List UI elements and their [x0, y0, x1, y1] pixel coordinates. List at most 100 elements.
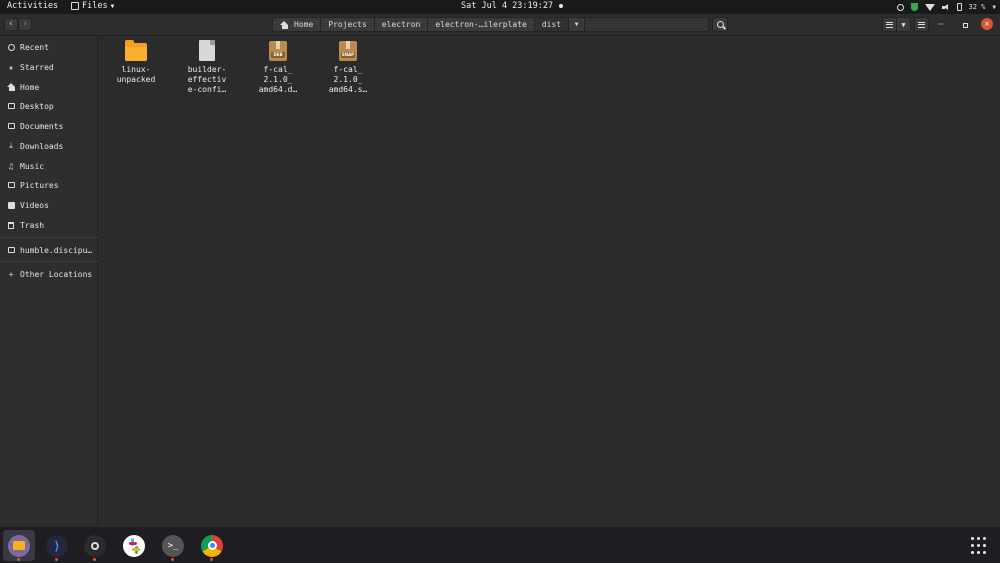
slack-icon: [123, 534, 145, 557]
terminal-icon: >_: [162, 534, 184, 557]
hamburger-menu-icon: [918, 21, 925, 28]
sidebar-item-label: Trash: [20, 220, 45, 230]
show-applications-button[interactable]: [971, 537, 989, 555]
breadcrumb-projects[interactable]: Projects: [321, 17, 375, 32]
documents-icon: [7, 122, 15, 130]
breadcrumb-label: electron: [381, 20, 421, 29]
file-item-linux-unpacked[interactable]: linux- unpacked: [106, 40, 166, 85]
file-name: builder- effectiv e-confi…: [187, 65, 227, 94]
sidebar-item-videos[interactable]: Videos: [0, 197, 98, 213]
sidebar-item-desktop[interactable]: Desktop: [0, 98, 98, 114]
files-app-icon: [8, 534, 30, 557]
file-item-builder-config[interactable]: builder- effectiv e-confi…: [177, 40, 237, 95]
steam-tray-icon[interactable]: [896, 3, 904, 11]
sidebar-item-label: Home: [20, 82, 40, 92]
pictures-icon: [7, 181, 15, 189]
close-button[interactable]: ✕: [981, 18, 993, 30]
running-indicator: [17, 558, 20, 561]
breadcrumb-electron[interactable]: electron: [374, 17, 429, 32]
main-menu-button[interactable]: [914, 17, 929, 32]
dock-terminal[interactable]: >_: [157, 530, 189, 561]
package-badge: SNAP: [341, 52, 355, 58]
document-icon: [196, 40, 218, 62]
file-item-snap-package[interactable]: SNAP f-cal_ 2.1.0_ amd64.s…: [318, 40, 378, 95]
header-bar: ‹ › Home Projects electron electron-…ile…: [0, 14, 1000, 36]
sidebar-item-music[interactable]: ♫ Music: [0, 158, 98, 174]
sidebar-item-recent[interactable]: Recent: [0, 39, 98, 55]
chrome-icon: [201, 534, 223, 557]
snap-package-icon: SNAP: [337, 40, 359, 62]
sidebar-item-label: Desktop: [20, 101, 54, 111]
breadcrumb-menu-button[interactable]: ▼: [569, 17, 586, 32]
deb-package-icon: DEB: [267, 40, 289, 62]
sidebar-item-label: Starred: [20, 62, 54, 72]
sidebar-item-humble-disk[interactable]: humble.discipu…: [0, 242, 98, 258]
system-tray[interactable]: 32 % ▼: [896, 0, 996, 14]
running-indicator: [210, 558, 213, 561]
minimize-button[interactable]: ‗: [938, 16, 943, 26]
videos-icon: [7, 201, 15, 209]
dock-slack[interactable]: [118, 530, 150, 561]
music-icon: ♫: [8, 161, 14, 171]
sidebar-item-home[interactable]: Home: [0, 79, 98, 95]
breadcrumb: Home Projects electron electron-…ilerpla…: [272, 17, 710, 32]
folder-icon: [125, 40, 147, 62]
dock-files[interactable]: [3, 530, 35, 561]
clock-label: Sat Jul 4 23:19:27: [461, 1, 554, 11]
battery-icon: [956, 3, 962, 11]
search-button[interactable]: [712, 17, 728, 32]
running-indicator: [93, 558, 96, 561]
package-badge: DEB: [271, 52, 285, 58]
sidebar-item-label: Other Locations: [20, 269, 93, 279]
file-name: f-cal_ 2.1.0_ amd64.s…: [328, 65, 368, 94]
forward-button[interactable]: ›: [18, 18, 32, 31]
vscode-icon: ⟩: [46, 534, 68, 557]
sidebar-item-pictures[interactable]: Pictures: [0, 177, 98, 193]
top-bar: Activities Files ▼ Sat Jul 4 23:19:27 32…: [0, 0, 1000, 14]
activities-button[interactable]: Activities: [7, 1, 58, 11]
notification-dot-icon: [559, 4, 564, 8]
chevron-down-icon: ▼: [992, 3, 996, 11]
file-name: linux- unpacked: [116, 65, 156, 84]
sidebar-item-trash[interactable]: Trash: [0, 217, 98, 233]
wifi-icon: [924, 3, 935, 11]
files-app-icon: [71, 2, 79, 10]
shield-icon[interactable]: [910, 3, 918, 11]
sidebar-item-starred[interactable]: ★ Starred: [0, 59, 98, 75]
sidebar-item-documents[interactable]: Documents: [0, 118, 98, 134]
app-menu[interactable]: Files ▼: [71, 1, 114, 11]
dock-steam[interactable]: [79, 530, 111, 561]
back-button[interactable]: ‹: [4, 18, 18, 31]
chevron-down-icon: ▼: [574, 21, 579, 28]
breadcrumb-home[interactable]: Home: [272, 17, 322, 32]
list-view-button[interactable]: [882, 17, 897, 32]
dock-chrome[interactable]: [196, 530, 228, 561]
file-item-deb-package[interactable]: DEB f-cal_ 2.1.0_ amd64.d…: [248, 40, 308, 95]
close-icon: ✕: [984, 19, 990, 28]
chevron-right-icon: ›: [22, 19, 28, 29]
sidebar-divider: [0, 261, 98, 262]
running-indicator: [171, 558, 174, 561]
sidebar-item-downloads[interactable]: ⤓ Downloads: [0, 138, 98, 154]
view-controls: ▼: [882, 17, 929, 32]
dock-vscode[interactable]: ⟩: [41, 530, 73, 561]
search-icon: [716, 21, 724, 28]
dock: ⟩ >_: [0, 527, 1000, 563]
breadcrumb-label: Projects: [328, 20, 367, 29]
clock[interactable]: Sat Jul 4 23:19:27: [461, 1, 564, 11]
maximize-button[interactable]: [963, 23, 968, 28]
app-menu-label: Files: [82, 1, 108, 11]
breadcrumb-label: Home: [294, 20, 314, 29]
desktop-icon: [7, 102, 15, 110]
sidebar-item-label: Pictures: [20, 180, 59, 190]
sidebar-item-label: Music: [20, 161, 45, 171]
chevron-down-icon: ▼: [901, 20, 906, 29]
sidebar-item-other-locations[interactable]: + Other Locations: [0, 266, 98, 282]
breadcrumb-label: dist: [541, 20, 562, 29]
file-view[interactable]: linux- unpacked builder- effectiv e-conf…: [99, 36, 1000, 527]
breadcrumb-electron-boilerplate[interactable]: electron-…ilerplate: [428, 17, 535, 32]
sidebar: Recent ★ Starred Home Desktop Documents …: [0, 36, 98, 527]
sidebar-divider: [0, 237, 98, 238]
breadcrumb-dist[interactable]: dist: [534, 17, 570, 32]
view-options-button[interactable]: ▼: [897, 17, 911, 32]
